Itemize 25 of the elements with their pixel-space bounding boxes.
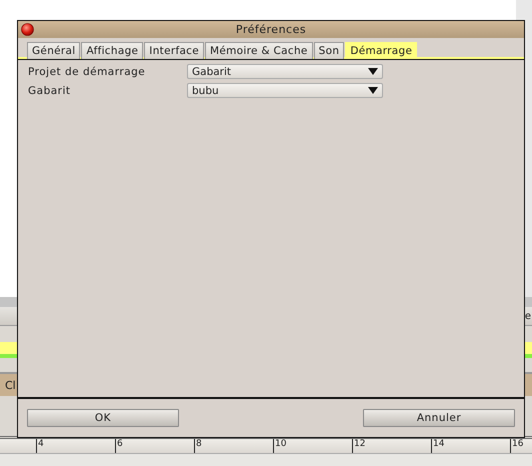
- dialog-button[interactable]: OK: [27, 409, 179, 427]
- tab[interactable]: Son: [314, 42, 344, 59]
- ruler-label: 12: [352, 439, 431, 453]
- ruler-label: 14: [431, 439, 510, 453]
- tab[interactable]: Général: [27, 42, 80, 59]
- caret-icon: [368, 68, 378, 75]
- ruler-label: 10: [273, 439, 352, 453]
- dropdown[interactable]: Gabarit: [187, 64, 383, 79]
- ruler-label: 6: [115, 439, 194, 453]
- close-icon[interactable]: [21, 23, 34, 36]
- caret-icon: [368, 87, 378, 94]
- window-title: Préférences: [234, 23, 308, 36]
- field-label: Gabarit: [28, 84, 72, 96]
- toolbar-label: e: [524, 310, 532, 322]
- dialog-button[interactable]: Annuler: [363, 409, 515, 427]
- ruler-label: 16: [510, 439, 532, 453]
- tab[interactable]: Interface: [144, 42, 204, 59]
- field-label: Projet de démarrage: [28, 66, 146, 78]
- tab[interactable]: Mémoire & Cache: [205, 42, 313, 59]
- tab[interactable]: Démarrage: [345, 42, 418, 59]
- tab[interactable]: Affichage: [81, 42, 144, 59]
- track-name: Cl: [4, 378, 16, 392]
- dropdown[interactable]: bubu: [187, 83, 383, 98]
- ruler-label: 4: [36, 439, 115, 453]
- ruler-label: 8: [194, 439, 273, 453]
